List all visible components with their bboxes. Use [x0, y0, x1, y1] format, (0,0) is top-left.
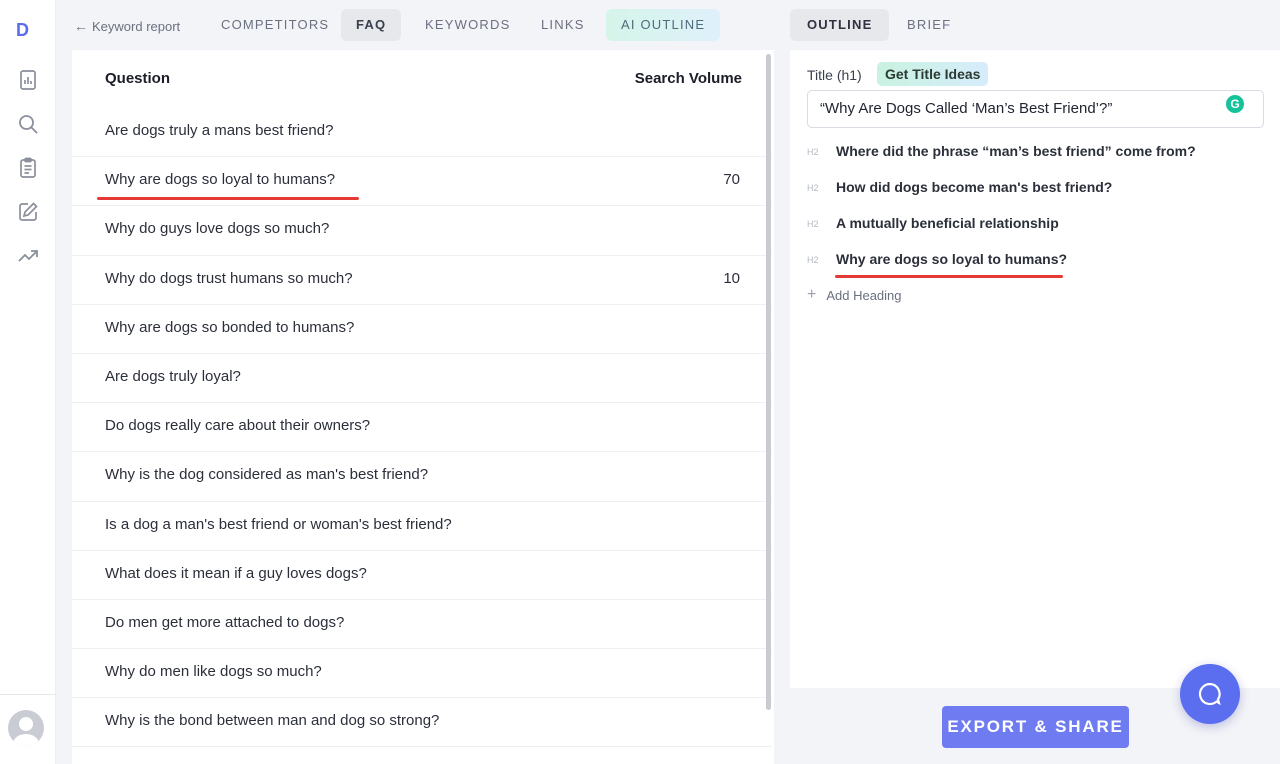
get-title-ideas-button[interactable]: Get Title Ideas: [877, 62, 989, 86]
table-row[interactable]: Why do men like dogs so much?: [72, 649, 772, 699]
grammarly-icon[interactable]: G: [1226, 95, 1244, 113]
tab-keywords[interactable]: KEYWORDS: [410, 9, 525, 41]
question-text: Do dogs really care about their owners?: [105, 417, 371, 435]
heading-level-tag: H2: [807, 183, 819, 193]
icon-rail: D: [0, 0, 56, 764]
heading-text: How did dogs become man's best friend?: [836, 179, 1113, 195]
question-text: Is a dog a man's best friend or woman's …: [105, 515, 452, 533]
question-text: Why do guys love dogs so much?: [105, 220, 330, 238]
tab-competitors[interactable]: COMPETITORS: [206, 9, 344, 41]
table-row[interactable]: Do dogs really care about their owners?: [72, 403, 772, 453]
report-icon[interactable]: [16, 68, 40, 92]
tab-outline[interactable]: OUTLINE: [790, 9, 890, 41]
heading-level-tag: H2: [807, 255, 819, 265]
faq-table-header: Question Search Volume: [72, 50, 762, 108]
question-text: Why are dogs so loyal to humans?: [105, 171, 336, 189]
table-row[interactable]: Why is the dog considered as man's best …: [72, 452, 772, 502]
title-label: Title (h1): [807, 67, 862, 83]
question-text: Why do dogs trust humans so much?: [105, 269, 353, 287]
table-row[interactable]: Do men get more attached to dogs?: [72, 600, 772, 650]
question-text: Are dogs truly loyal?: [105, 367, 241, 385]
volume-value: 70: [723, 171, 740, 189]
table-row[interactable]: Are dogs truly a mans best friend?: [72, 108, 772, 158]
volume-value: 10: [723, 269, 740, 287]
table-row[interactable]: What does it mean if a guy loves dogs?: [72, 551, 772, 600]
heading-text: A mutually beneficial relationship: [836, 215, 1059, 231]
edit-icon[interactable]: [16, 200, 40, 224]
tab-brief[interactable]: BRIEF: [890, 9, 968, 41]
question-text: Why are dogs so bonded to humans?: [105, 318, 355, 336]
table-row[interactable]: Why is the bond between man and dog so s…: [72, 698, 772, 748]
add-heading-label: Add Heading: [826, 287, 902, 303]
search-icon[interactable]: [16, 112, 40, 136]
table-row[interactable]: Why do dogs trust humans so much? 10: [72, 256, 772, 305]
question-text: Why is the dog considered as man's best …: [105, 466, 429, 484]
clipboard-icon[interactable]: [16, 156, 40, 180]
table-row[interactable]: Why are dogs so loyal to humans? 70: [72, 157, 772, 207]
tab-ai-outline[interactable]: AI OUTLINE: [606, 9, 721, 41]
highlight-underline: [97, 197, 359, 201]
faq-panel: Question Search Volume Are dogs truly a …: [72, 50, 774, 764]
table-row[interactable]: Why are dogs so bonded to humans?: [72, 305, 772, 354]
highlight-underline: [835, 275, 1063, 278]
table-row[interactable]: Why do guys love dogs so much?: [72, 206, 772, 256]
faq-table-body: Are dogs truly a mans best friend? Why a…: [72, 108, 772, 748]
question-text: Why is the bond between man and dog so s…: [105, 712, 440, 730]
title-input[interactable]: “Why Are Dogs Called ‘Man’s Best Friend’…: [807, 90, 1264, 128]
question-text: Do men get more attached to dogs?: [105, 613, 345, 631]
faq-scrollbar[interactable]: [766, 54, 771, 710]
question-text: Why do men like dogs so much?: [105, 663, 322, 681]
heading-text: Why are dogs so loyal to humans?: [836, 251, 1068, 267]
question-text: What does it mean if a guy loves dogs?: [105, 564, 367, 582]
heading-text: Where did the phrase “man’s best friend”…: [836, 143, 1196, 159]
export-share-button[interactable]: EXPORT & SHARE: [942, 706, 1129, 748]
table-row[interactable]: Is a dog a man's best friend or woman's …: [72, 502, 772, 551]
rail-divider: [0, 694, 56, 695]
heading-level-tag: H2: [807, 147, 819, 157]
app-logo[interactable]: D: [16, 20, 29, 41]
avatar[interactable]: [8, 710, 44, 746]
column-question[interactable]: Question: [105, 70, 170, 87]
chat-bubble-icon: [1198, 682, 1221, 706]
tab-links[interactable]: LINKS: [526, 9, 600, 41]
add-heading-button[interactable]: + Add Heading: [807, 286, 902, 304]
tab-faq[interactable]: FAQ: [341, 9, 402, 41]
table-row[interactable]: Are dogs truly loyal?: [72, 354, 772, 404]
chat-launcher-button[interactable]: [1180, 664, 1240, 724]
user-silhouette-icon: [13, 717, 39, 746]
arrow-left-icon: ←: [74, 18, 88, 34]
column-search-volume[interactable]: Search Volume: [635, 70, 742, 87]
heading-level-tag: H2: [807, 219, 819, 229]
back-link-label: Keyword report: [92, 18, 181, 34]
plus-icon: +: [807, 286, 817, 303]
top-navigation: ← Keyword report COMPETITORS FAQ KEYWORD…: [56, 0, 776, 50]
back-link[interactable]: ← Keyword report: [74, 18, 180, 34]
trend-icon[interactable]: [16, 244, 40, 268]
question-text: Are dogs truly a mans best friend?: [105, 122, 334, 139]
outline-panel: Title (h1) Get Title Ideas “Why Are Dogs…: [790, 50, 1280, 688]
